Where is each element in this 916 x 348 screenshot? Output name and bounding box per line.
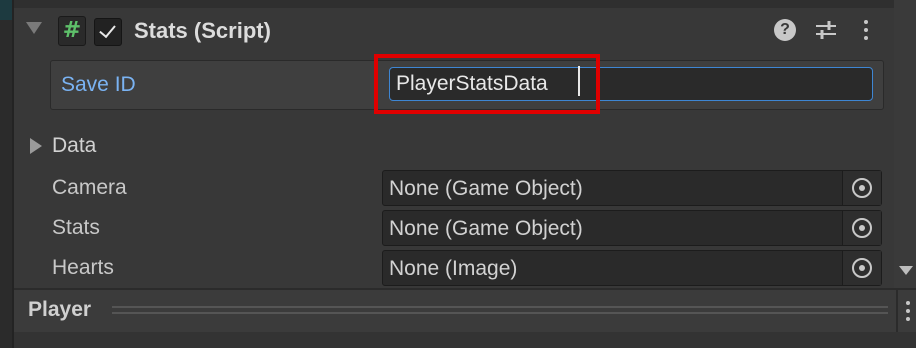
player-title: Player [28, 298, 92, 321]
stats-value: None (Game Object) [389, 217, 583, 240]
player-component-header[interactable]: Player [14, 288, 916, 334]
hearts-field-row: Hearts None (Image) [52, 250, 882, 286]
kebab-menu-icon[interactable] [862, 18, 870, 42]
presets-icon[interactable] [814, 18, 838, 42]
component-header[interactable]: # Stats (Script) ? [14, 8, 894, 54]
hearts-value: None (Image) [389, 257, 518, 280]
scroll-down-arrow-icon[interactable] [899, 266, 913, 275]
highlight-annotation-box [374, 54, 600, 114]
foldout-arrow-right-icon[interactable] [30, 138, 42, 154]
object-picker-icon [852, 178, 872, 198]
foldout-arrow-icon[interactable] [26, 22, 42, 34]
help-icon[interactable]: ? [774, 19, 796, 41]
hearts-picker-button[interactable] [842, 251, 881, 285]
bottom-panel [14, 332, 916, 348]
left-panel-edge [0, 0, 12, 348]
hearts-object-field[interactable]: None (Image) [382, 250, 882, 286]
camera-object-field[interactable]: None (Game Object) [382, 170, 882, 206]
drag-grip[interactable] [112, 306, 888, 314]
object-picker-icon [852, 258, 872, 278]
stats-field-row: Stats None (Game Object) [52, 210, 882, 246]
enable-checkbox[interactable] [94, 18, 122, 46]
object-picker-icon [852, 218, 872, 238]
camera-picker-button[interactable] [842, 171, 881, 205]
stats-picker-button[interactable] [842, 211, 881, 245]
stats-object-field[interactable]: None (Game Object) [382, 210, 882, 246]
script-hash-icon: # [58, 16, 86, 46]
camera-field-row: Camera None (Game Object) [52, 170, 882, 206]
stats-label: Stats [52, 216, 100, 239]
save-id-label: Save ID [61, 73, 136, 96]
data-foldout-label: Data [52, 134, 97, 157]
top-separator [14, 0, 894, 8]
player-menu-button[interactable] [896, 290, 916, 332]
hearts-label: Hearts [52, 256, 114, 279]
vertical-scrollbar[interactable] [894, 0, 916, 288]
component-title: Stats (Script) [134, 18, 271, 43]
camera-label: Camera [52, 176, 127, 199]
camera-value: None (Game Object) [389, 177, 583, 200]
